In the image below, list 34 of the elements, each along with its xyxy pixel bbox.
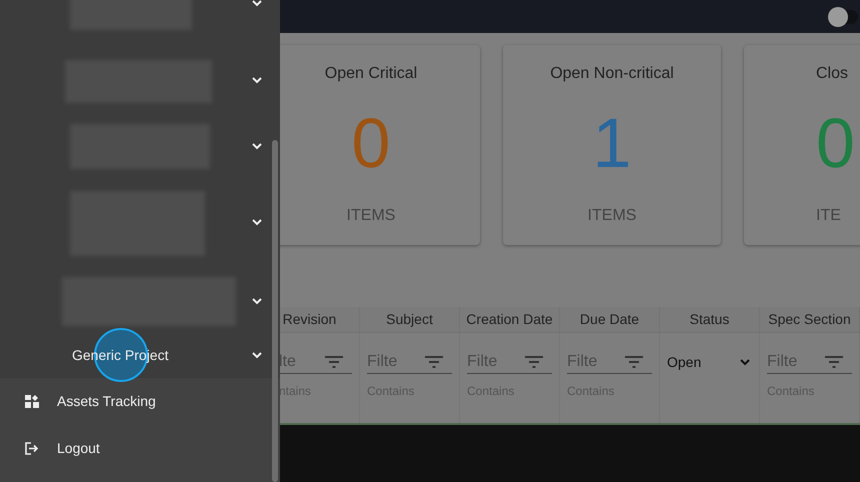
chevron-down-icon [740,358,750,366]
card-title: Open Critical [324,64,418,84]
item-count: 0 [352,108,390,178]
logout-icon [25,442,39,455]
chevron-down-icon[interactable] [252,76,262,84]
sidebar-item[interactable]: Logout [0,425,280,472]
column-header[interactable]: Due Date [560,307,660,332]
filter-icon[interactable] [324,354,344,368]
item-count: 1 [592,108,632,178]
filter-icon[interactable] [624,354,644,368]
column-header[interactable]: Creation Date [460,307,560,332]
project-row[interactable]: Generic Project [0,332,280,378]
chevron-down-icon[interactable] [252,142,262,150]
card-title: Clos [816,64,848,84]
toggle-switch[interactable] [828,6,858,26]
filter-icon[interactable] [824,354,844,368]
card-unit: ITEMS [588,206,636,226]
dashboard-icon [25,395,39,408]
card-unit: ITEMS [346,206,396,226]
chevron-down-icon[interactable] [252,0,262,6]
column-header[interactable]: Revision [280,307,360,332]
column-header[interactable]: Status [660,307,760,332]
chevron-down-icon[interactable] [252,352,262,358]
status-select[interactable]: Open [667,350,752,374]
item-count: 0 [816,108,855,178]
card-unit: ITE [816,206,841,226]
chevron-down-icon[interactable] [252,218,262,226]
filter-icon[interactable] [524,354,544,368]
column-header[interactable]: Spec Section [760,307,860,332]
column-header[interactable]: Subject [360,307,460,332]
sidebar-item[interactable]: Assets Tracking [0,378,280,425]
chevron-down-icon[interactable] [252,298,262,305]
card-title: Open Non-critical [550,64,674,84]
filter-icon[interactable] [424,354,444,368]
